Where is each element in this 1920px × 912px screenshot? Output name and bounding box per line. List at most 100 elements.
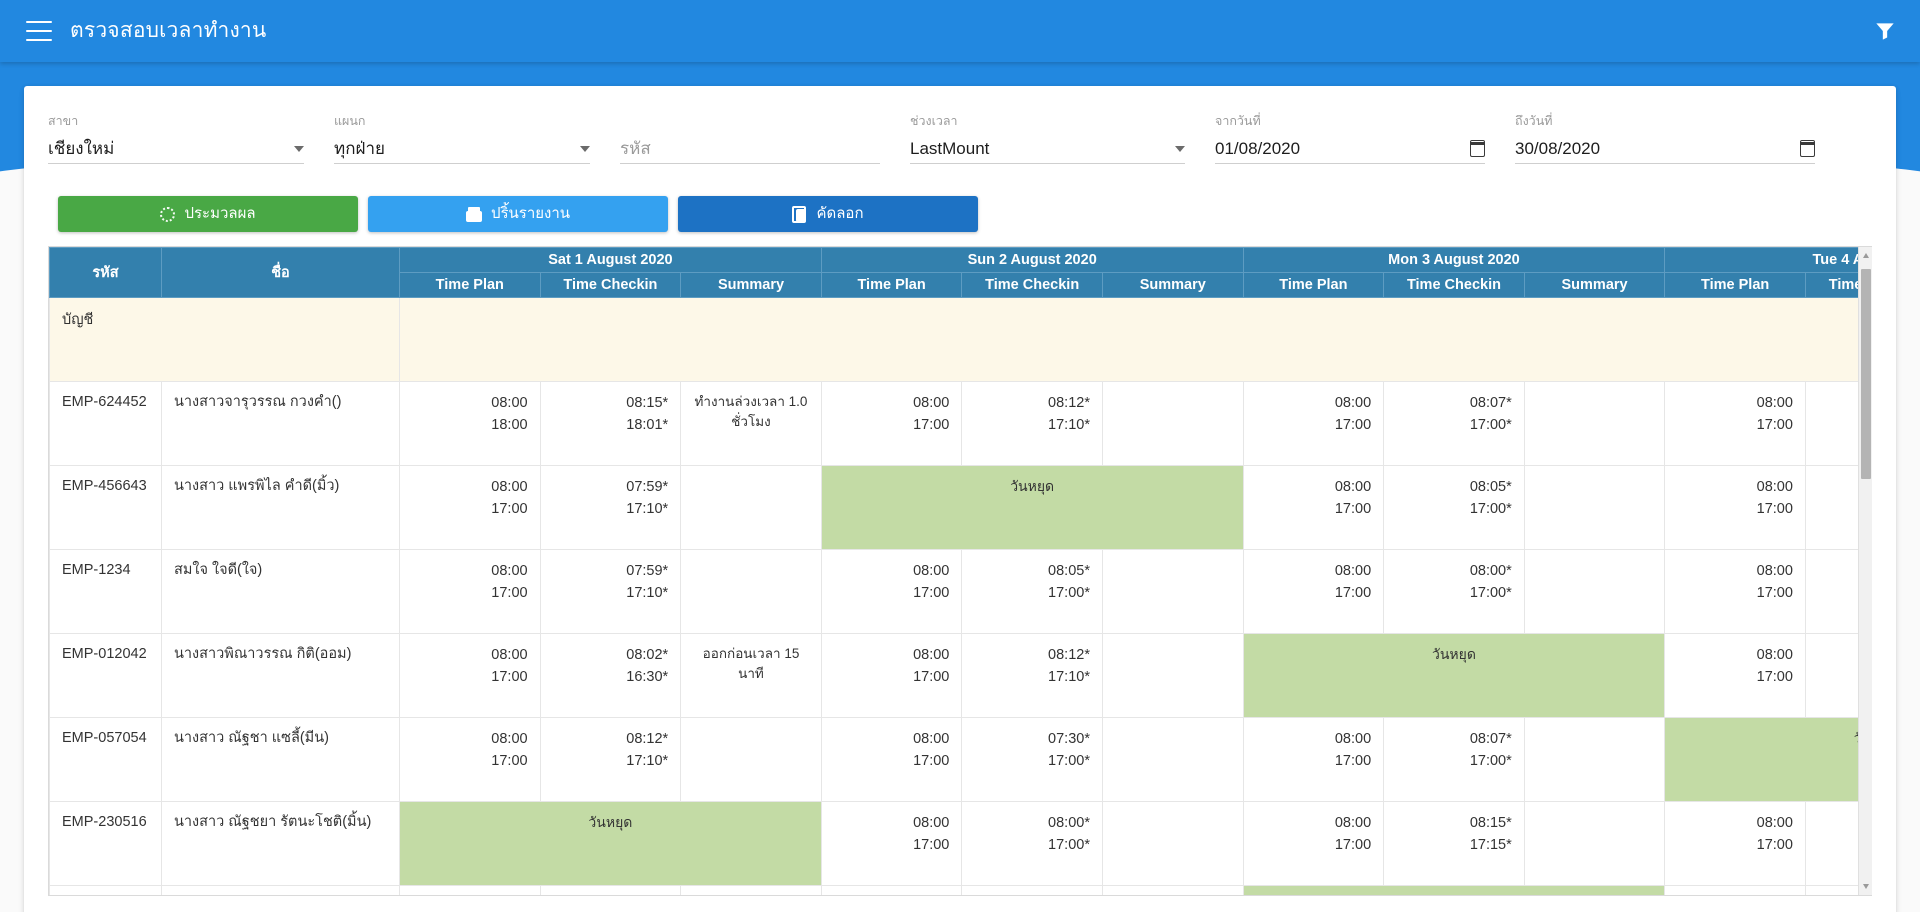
filter-department-value[interactable]: ทุกฝ่าย xyxy=(334,138,572,160)
cell-summary xyxy=(1101,885,1244,895)
page-container: สาขา เชียงใหม่ แผนก ทุกฝ่าย รหัส ช่วงเวล… xyxy=(0,62,1920,912)
filter-branch-value[interactable]: เชียงใหม่ xyxy=(48,138,286,160)
code-input[interactable]: รหัส xyxy=(620,138,880,160)
cell-employee-code: EMP-624452 xyxy=(49,381,162,466)
cell-time-plan: 08:00 17:00 xyxy=(820,381,963,466)
table-row[interactable]: EMP-230516 นางสาว ณัฐชยา รัตนะโชติ(มิ้น) ว… xyxy=(49,801,1872,886)
cell-employee-name: นางสาวพิณาวรรณ กิติ(ออม) xyxy=(161,633,400,718)
filter-date-from[interactable]: จากวันที่ 01/08/2020 xyxy=(1215,114,1515,168)
chevron-down-icon[interactable] xyxy=(294,145,304,152)
cell-time-checkin: 07:59*17:10* xyxy=(539,465,682,550)
table-row[interactable]: EMP-012042 นางสาวพิณาวรรณ กิติ(ออม) 08:00 1… xyxy=(49,633,1872,718)
calendar-icon[interactable] xyxy=(1470,140,1485,157)
print-report-button-label: ปริ้นรายงาน xyxy=(490,204,571,222)
cell-employee-name: สมใจ ใจดี(ใจ) xyxy=(161,549,400,634)
col-header-summary: Summary xyxy=(1101,272,1244,298)
copy-button[interactable]: คัดลอก xyxy=(678,196,978,232)
cell-time-plan: 08:00 17:00 xyxy=(820,549,963,634)
col-header-time-checkin: Time Checkin xyxy=(961,272,1103,298)
cell-time-checkin: 07:30* 17:00* xyxy=(961,717,1103,802)
col-header-time-plan: Time Plan xyxy=(1664,272,1806,298)
scrollbar-thumb[interactable] xyxy=(1861,269,1871,479)
col-header-day: Mon 3 August 2020 xyxy=(1242,247,1666,273)
hamburger-icon[interactable] xyxy=(26,21,52,41)
table-row[interactable]: EMP-057054 นางสาว ณัฐชา แซลี้(มีน) 08:00 17… xyxy=(49,717,1872,802)
spinner-icon xyxy=(160,206,176,222)
cell-holiday: วันหยุด xyxy=(1664,717,1872,802)
filter-period-value[interactable]: LastMount xyxy=(910,138,1167,160)
col-header-time-checkin: Time Checkin xyxy=(1383,272,1525,298)
table-row[interactable]: 8ถัทรกรณ์ รัชวงศ์(ถัทร)08:0008:02*ออกก่อ… xyxy=(49,885,1872,895)
process-button-label: ประมวลผล xyxy=(184,204,256,222)
cell-time-plan: 08:00 17:00 xyxy=(820,717,963,802)
chevron-down-icon[interactable] xyxy=(1175,145,1185,152)
cell-summary: ทำงานล่วงเวลา 1.0 ชั่วโมง xyxy=(680,381,822,466)
cell-holiday: วันหยุด xyxy=(399,801,822,886)
vertical-scrollbar[interactable] xyxy=(1858,247,1872,895)
filter-date-to[interactable]: ถึงวันที่ 30/08/2020 xyxy=(1515,114,1815,168)
col-header-time-plan: Time Plan xyxy=(399,272,541,298)
cell-employee-code: EMP-456643 xyxy=(49,465,162,550)
chevron-down-icon[interactable] xyxy=(580,145,590,152)
cell-time-plan: 08:00 17:00 xyxy=(1242,381,1385,466)
cell-time-plan: 08:00 xyxy=(1664,885,1806,895)
date-to-input[interactable]: 30/08/2020 xyxy=(1515,138,1790,160)
col-header-day: Tue 4 August 2020 xyxy=(1664,247,1872,273)
cell-summary xyxy=(1101,633,1244,718)
table-row[interactable]: EMP-624452 นางสาวจารุวรรณ กวงคำ() 08:00 18:… xyxy=(49,381,1872,466)
filter-department-label: แผนก xyxy=(334,114,366,128)
col-header-day: Sat 1 August 2020 xyxy=(399,247,822,273)
cell-holiday: วันหยุด xyxy=(1242,885,1666,895)
cell-summary xyxy=(680,549,822,634)
cell-time-checkin: 08:12* xyxy=(961,885,1103,895)
scroll-down-arrow[interactable] xyxy=(1863,884,1869,889)
date-from-input[interactable]: 01/08/2020 xyxy=(1215,138,1460,160)
timesheet-table: รหัส ชื่อ Sat 1 August 2020 Sun 2 August 20… xyxy=(49,247,1872,895)
cell-time-checkin: 08:12*17:10* xyxy=(961,381,1103,466)
table-head: รหัส ชื่อ Sat 1 August 2020 Sun 2 August 20… xyxy=(49,247,1872,298)
filter-date-to-label: ถึงวันที่ xyxy=(1515,114,1553,128)
process-button[interactable]: ประมวลผล xyxy=(58,196,358,232)
filter-branch-label: สาขา xyxy=(48,114,79,128)
copy-button-label: คัดลอก xyxy=(816,204,864,222)
cell-summary xyxy=(1523,381,1666,466)
filter-department[interactable]: แผนก ทุกฝ่าย xyxy=(334,114,620,168)
cell-summary xyxy=(1523,717,1666,802)
cell-employee-name: นางสาวจารุวรรณ กวงคำ() xyxy=(161,381,400,466)
cell-time-plan: 08:00 xyxy=(399,885,541,895)
table-row[interactable]: EMP-456643 นางสาว แพรพิไล คำดี(มิ้ว) 08:00… xyxy=(49,465,1872,550)
cell-employee-name: นางสาว ณัฐชา แซลี้(มีน) xyxy=(161,717,400,802)
cell-time-checkin: 08:02* 16:30* xyxy=(539,633,682,718)
filter-period-label: ช่วงเวลา xyxy=(910,114,958,128)
cell-summary xyxy=(1101,801,1244,886)
col-header-summary: Summary xyxy=(1523,272,1666,298)
calendar-icon[interactable] xyxy=(1800,140,1815,157)
filter-branch[interactable]: สาขา เชียงใหม่ xyxy=(48,114,334,168)
print-report-button[interactable]: ปริ้นรายงาน xyxy=(368,196,668,232)
cell-employee-code: EMP-1234 xyxy=(49,549,162,634)
cell-time-plan: 08:00 18:00 xyxy=(399,381,541,466)
scroll-up-arrow[interactable] xyxy=(1863,253,1869,258)
filter-period[interactable]: ช่วงเวลา LastMount xyxy=(910,114,1215,168)
cell-time-checkin: 08:07* 17:00* xyxy=(1383,381,1525,466)
action-buttons: ประมวลผล ปริ้นรายงาน คัดลอก xyxy=(58,196,1872,232)
cell-holiday: วันหยุด xyxy=(1242,633,1666,718)
col-header-name: ชื่อ xyxy=(161,247,400,298)
cell-employee-name: นางสาว แพรพิไล คำดี(มิ้ว) xyxy=(161,465,400,550)
cell-summary xyxy=(1101,381,1244,466)
cell-summary xyxy=(680,465,822,550)
cell-time-plan: 08:00 17:00 xyxy=(1664,633,1806,718)
cell-summary xyxy=(1523,801,1666,886)
filter-icon[interactable] xyxy=(1872,18,1898,44)
col-header-time-checkin: Time Checkin xyxy=(539,272,682,298)
table-row[interactable]: EMP-1234 สมใจ ใจดี(ใจ) 08:00 17:00 07:59* 17:… xyxy=(49,549,1872,634)
cell-summary xyxy=(1523,549,1666,634)
cell-time-checkin: 08:00*17:00* xyxy=(961,801,1103,886)
cell-time-checkin: 08:15* 18:01* xyxy=(539,381,682,466)
cell-time-plan: 08:00 xyxy=(820,885,963,895)
cell-time-plan: 08:00 17:00 xyxy=(1242,465,1385,550)
col-header-time-plan: Time Plan xyxy=(820,272,963,298)
filter-code[interactable]: รหัส xyxy=(620,114,910,168)
page-title: ตรวจสอบเวลาทำงาน xyxy=(70,18,267,42)
cell-time-checkin: 08:07* 17:00* xyxy=(1383,717,1525,802)
